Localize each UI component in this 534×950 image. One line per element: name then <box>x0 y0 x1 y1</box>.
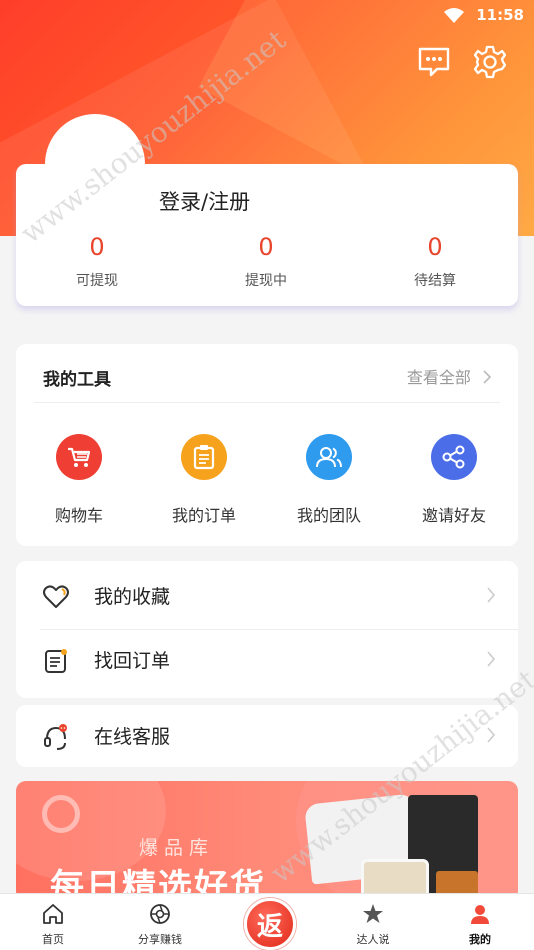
status-bar: 11:58 <box>0 0 534 30</box>
tab-share-earn[interactable]: 分享赚钱 <box>107 894 213 950</box>
tool-shopping-cart[interactable]: 购物车 <box>19 434 139 526</box>
wifi-icon <box>444 8 464 23</box>
chevron-right-icon <box>487 587 496 603</box>
tab-mine[interactable]: 我的 <box>427 894 533 950</box>
tab-label: 我的 <box>469 933 491 946</box>
tool-label: 我的团队 <box>296 506 361 525</box>
view-all-label: 查看全部 <box>406 368 471 387</box>
my-tools-card: 我的工具 查看全部 购物车 我的订单 我的团队 邀请好友 <box>16 344 518 546</box>
status-time: 11:58 <box>476 6 524 24</box>
customer-service-card: 在线客服 <box>16 705 518 767</box>
tool-invite-friends[interactable]: 邀请好友 <box>394 434 514 526</box>
tab-label: 分享赚钱 <box>138 933 182 946</box>
chevron-right-icon <box>487 727 496 743</box>
stat-value: 0 <box>427 233 443 261</box>
stat-pending-settlement[interactable]: 0 待结算 <box>375 232 495 290</box>
stat-withdrawable[interactable]: 0 可提现 <box>37 232 157 290</box>
team-icon <box>306 434 352 480</box>
menu-item-retrieve-order[interactable]: 找回订单 <box>16 629 518 691</box>
chevron-right-icon <box>487 651 496 667</box>
tool-my-orders[interactable]: 我的订单 <box>144 434 264 526</box>
stat-label: 提现中 <box>245 273 287 289</box>
stat-label: 待结算 <box>414 273 456 289</box>
tool-label: 购物车 <box>54 506 103 525</box>
banner-subtitle: 爆品库 <box>139 837 215 859</box>
document-icon <box>45 649 67 673</box>
rebate-center-button[interactable]: 返 <box>244 898 296 950</box>
user-icon <box>471 905 489 924</box>
tool-label: 我的订单 <box>171 506 236 525</box>
share-icon <box>431 434 477 480</box>
stat-value: 0 <box>258 233 274 261</box>
headset-icon <box>44 724 67 750</box>
star-icon <box>363 904 383 923</box>
view-all-link[interactable]: 查看全部 <box>407 364 492 388</box>
tab-home[interactable]: 首页 <box>0 894 106 950</box>
order-icon <box>181 434 227 480</box>
tab-expert-says[interactable]: 达人说 <box>320 894 426 950</box>
promo-banner[interactable]: 爆品库 每日精选好货 <box>16 781 518 901</box>
banner-ring <box>42 795 80 833</box>
cart-icon <box>56 434 102 480</box>
avatar[interactable] <box>45 114 145 214</box>
stat-withdrawing[interactable]: 0 提现中 <box>206 232 326 290</box>
heart-icon <box>43 585 69 608</box>
login-register-link[interactable]: 登录/注册 <box>159 186 250 216</box>
tab-label: 达人说 <box>356 933 390 946</box>
menu-card: 我的收藏 找回订单 <box>16 561 518 698</box>
divider <box>34 402 500 403</box>
tool-label: 邀请好友 <box>421 506 486 525</box>
aperture-icon <box>150 904 170 924</box>
menu-item-label: 在线客服 <box>94 726 171 748</box>
menu-item-label: 我的收藏 <box>94 586 171 608</box>
menu-item-favorites[interactable]: 我的收藏 <box>16 565 518 627</box>
tools-title: 我的工具 <box>43 370 111 390</box>
chevron-right-icon <box>483 370 492 384</box>
menu-item-label: 找回订单 <box>94 650 171 672</box>
message-icon[interactable] <box>417 44 451 78</box>
home-icon <box>43 904 63 924</box>
tab-label: 首页 <box>42 933 64 946</box>
stat-value: 0 <box>89 233 105 261</box>
settings-gear-icon[interactable] <box>472 44 507 79</box>
menu-item-customer-service[interactable]: 在线客服 <box>16 705 518 767</box>
stat-label: 可提现 <box>76 273 118 289</box>
tool-my-team[interactable]: 我的团队 <box>269 434 389 526</box>
